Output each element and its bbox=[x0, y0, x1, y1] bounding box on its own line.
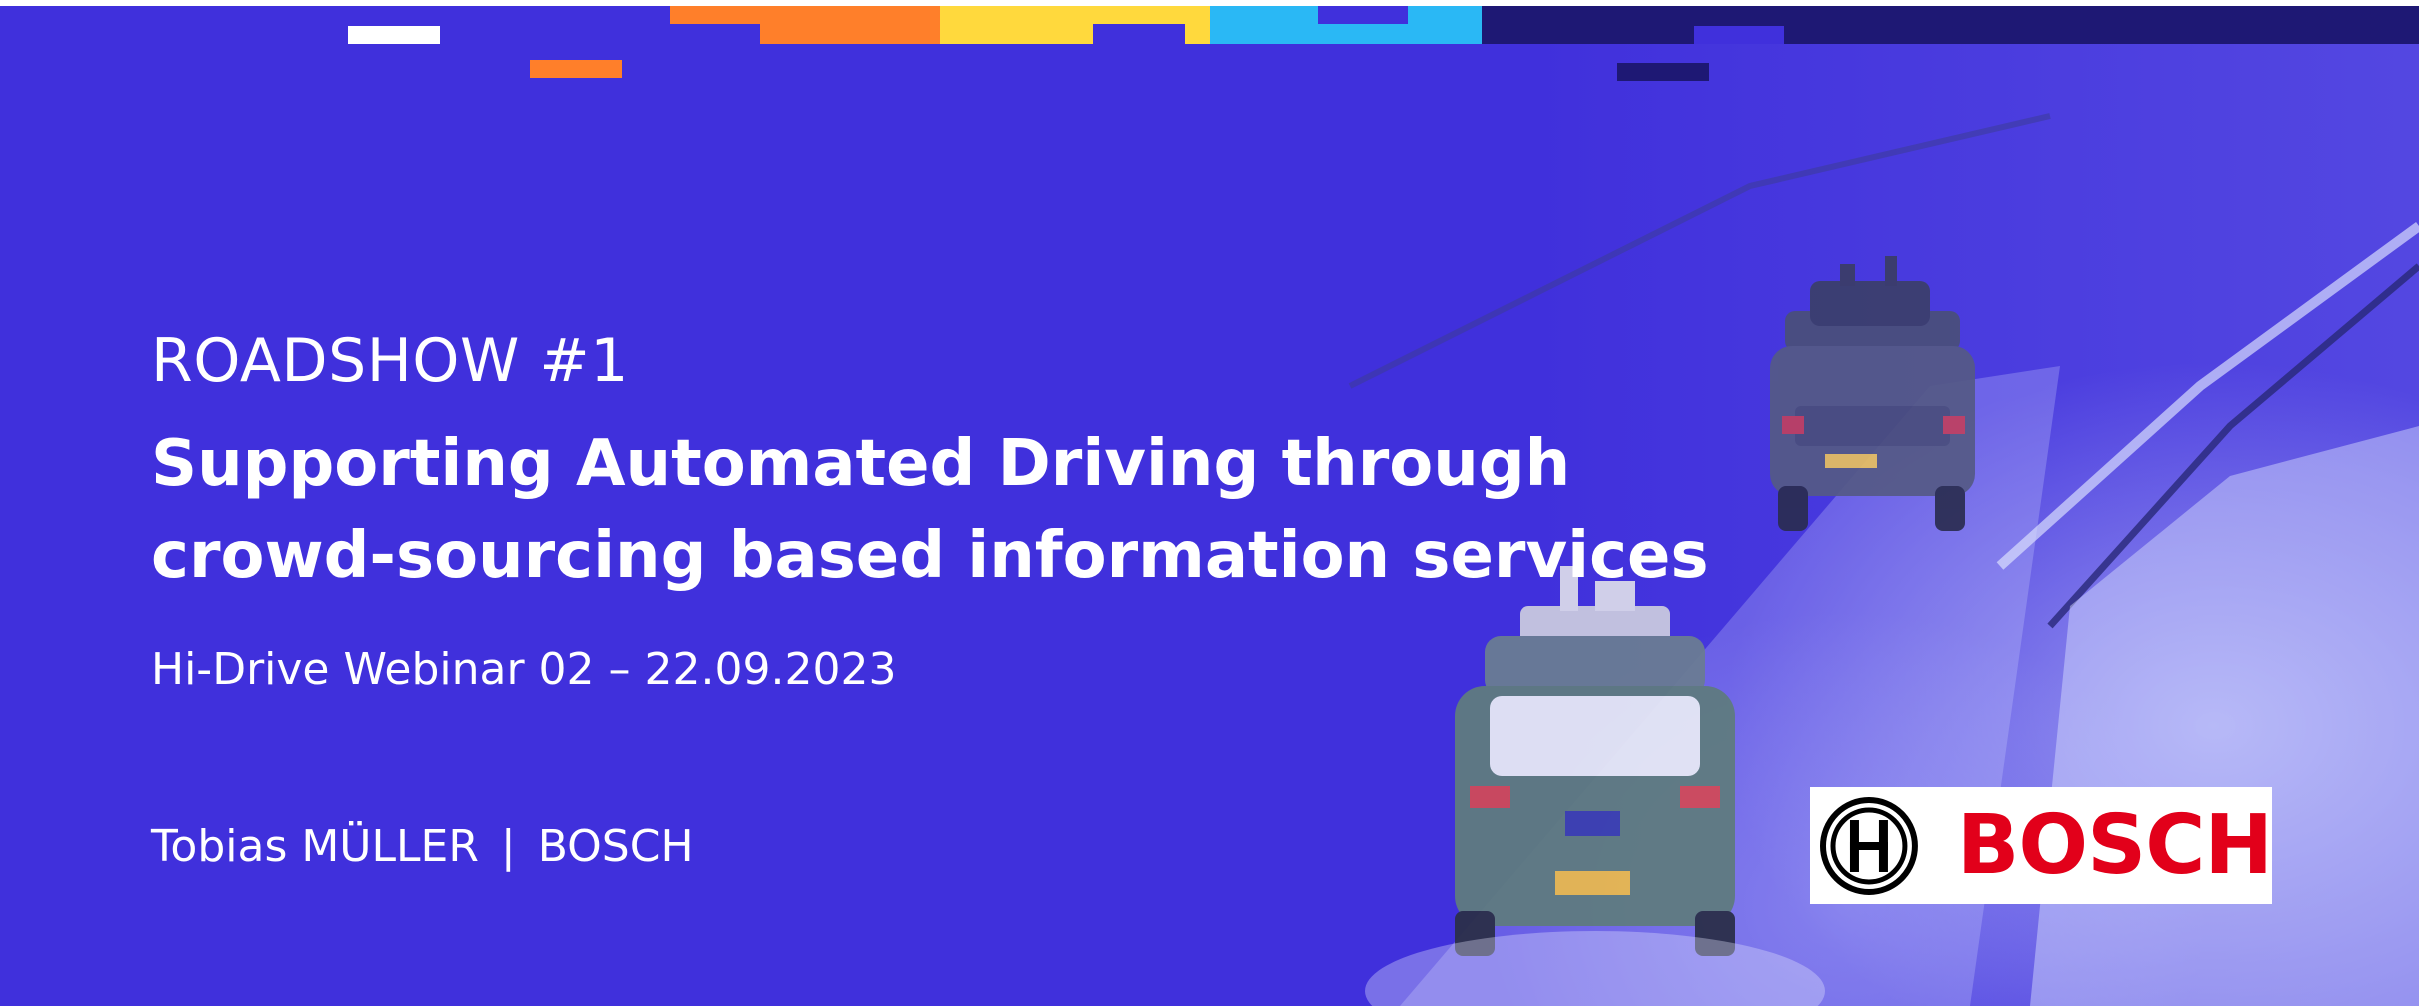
bosch-wordmark: BOSCH bbox=[1956, 797, 2273, 893]
top-bar-yellow-notch bbox=[1093, 24, 1185, 44]
slide-subtitle: Hi-Drive Webinar 02 – 22.09.2023 bbox=[151, 644, 897, 695]
title-line-1: Supporting Automated Driving through bbox=[151, 427, 1571, 501]
slide-title: Supporting Automated Driving through cro… bbox=[151, 418, 1709, 602]
author-line: Tobias MÜLLER | BOSCH bbox=[151, 821, 694, 872]
top-bar-orange-notch bbox=[670, 24, 760, 44]
author-separator: | bbox=[500, 821, 516, 872]
far-test-vehicle bbox=[1770, 256, 1975, 531]
author-name: Tobias MÜLLER bbox=[151, 821, 479, 872]
accent-white bbox=[348, 26, 440, 44]
accent-orange bbox=[530, 60, 622, 78]
bosch-logo: BOSCH bbox=[1810, 787, 2273, 904]
bosch-armature-emblem-icon bbox=[1819, 796, 1918, 895]
accent-navy bbox=[1617, 63, 1709, 81]
top-bar-cyan-notch bbox=[1318, 6, 1408, 24]
title-line-2: crowd-sourcing based information service… bbox=[151, 519, 1709, 593]
near-test-vehicle bbox=[1455, 566, 1735, 956]
top-bar-navy bbox=[1482, 6, 2419, 44]
author-org: BOSCH bbox=[537, 821, 694, 872]
top-bar-navy-notch bbox=[1694, 26, 1784, 44]
slide-kicker: ROADSHOW #1 bbox=[151, 326, 629, 396]
title-slide: ROADSHOW #1 Supporting Automated Driving… bbox=[0, 6, 2419, 1006]
